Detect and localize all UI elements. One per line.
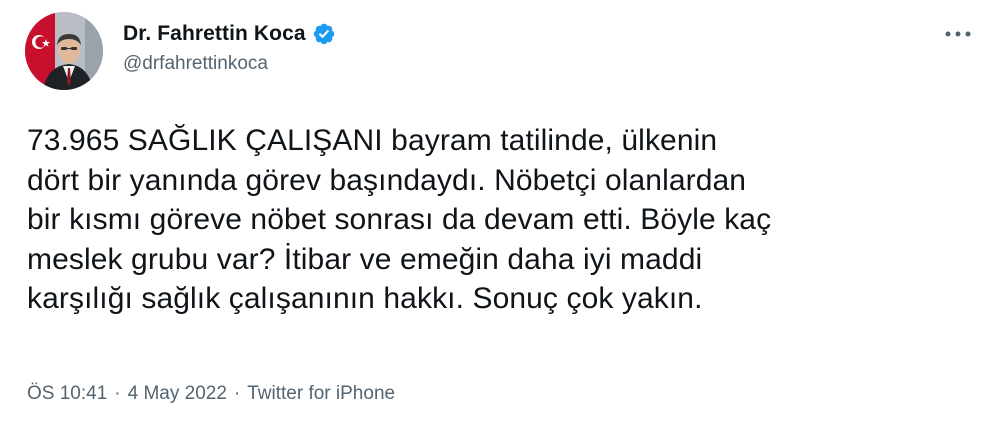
avatar[interactable] <box>25 12 103 90</box>
author-display-name[interactable]: Dr. Fahrettin Koca <box>123 22 306 46</box>
tweet-card: Dr. Fahrettin Koca @drfahrettinkoca 73.9… <box>0 0 1000 429</box>
tweet-date[interactable]: 4 May 2022 <box>128 383 227 405</box>
author-handle[interactable]: @drfahrettinkoca <box>123 53 268 75</box>
author-name-row: Dr. Fahrettin Koca <box>123 20 336 48</box>
meta-separator: · <box>233 383 241 404</box>
tweet-time[interactable]: ÖS 10:41 <box>27 383 107 405</box>
more-options-button[interactable] <box>942 22 974 46</box>
tweet-meta: ÖS 10:41 · 4 May 2022 · Twitter for iPho… <box>27 383 395 405</box>
avatar-image <box>25 12 103 90</box>
tweet-source[interactable]: Twitter for iPhone <box>247 383 395 405</box>
more-horizontal-icon <box>945 31 971 37</box>
verified-badge-icon <box>312 22 336 46</box>
meta-separator: · <box>114 383 121 404</box>
tweet-text: 73.965 SAĞLIK ÇALIŞANI bayram tatilinde,… <box>27 124 772 315</box>
